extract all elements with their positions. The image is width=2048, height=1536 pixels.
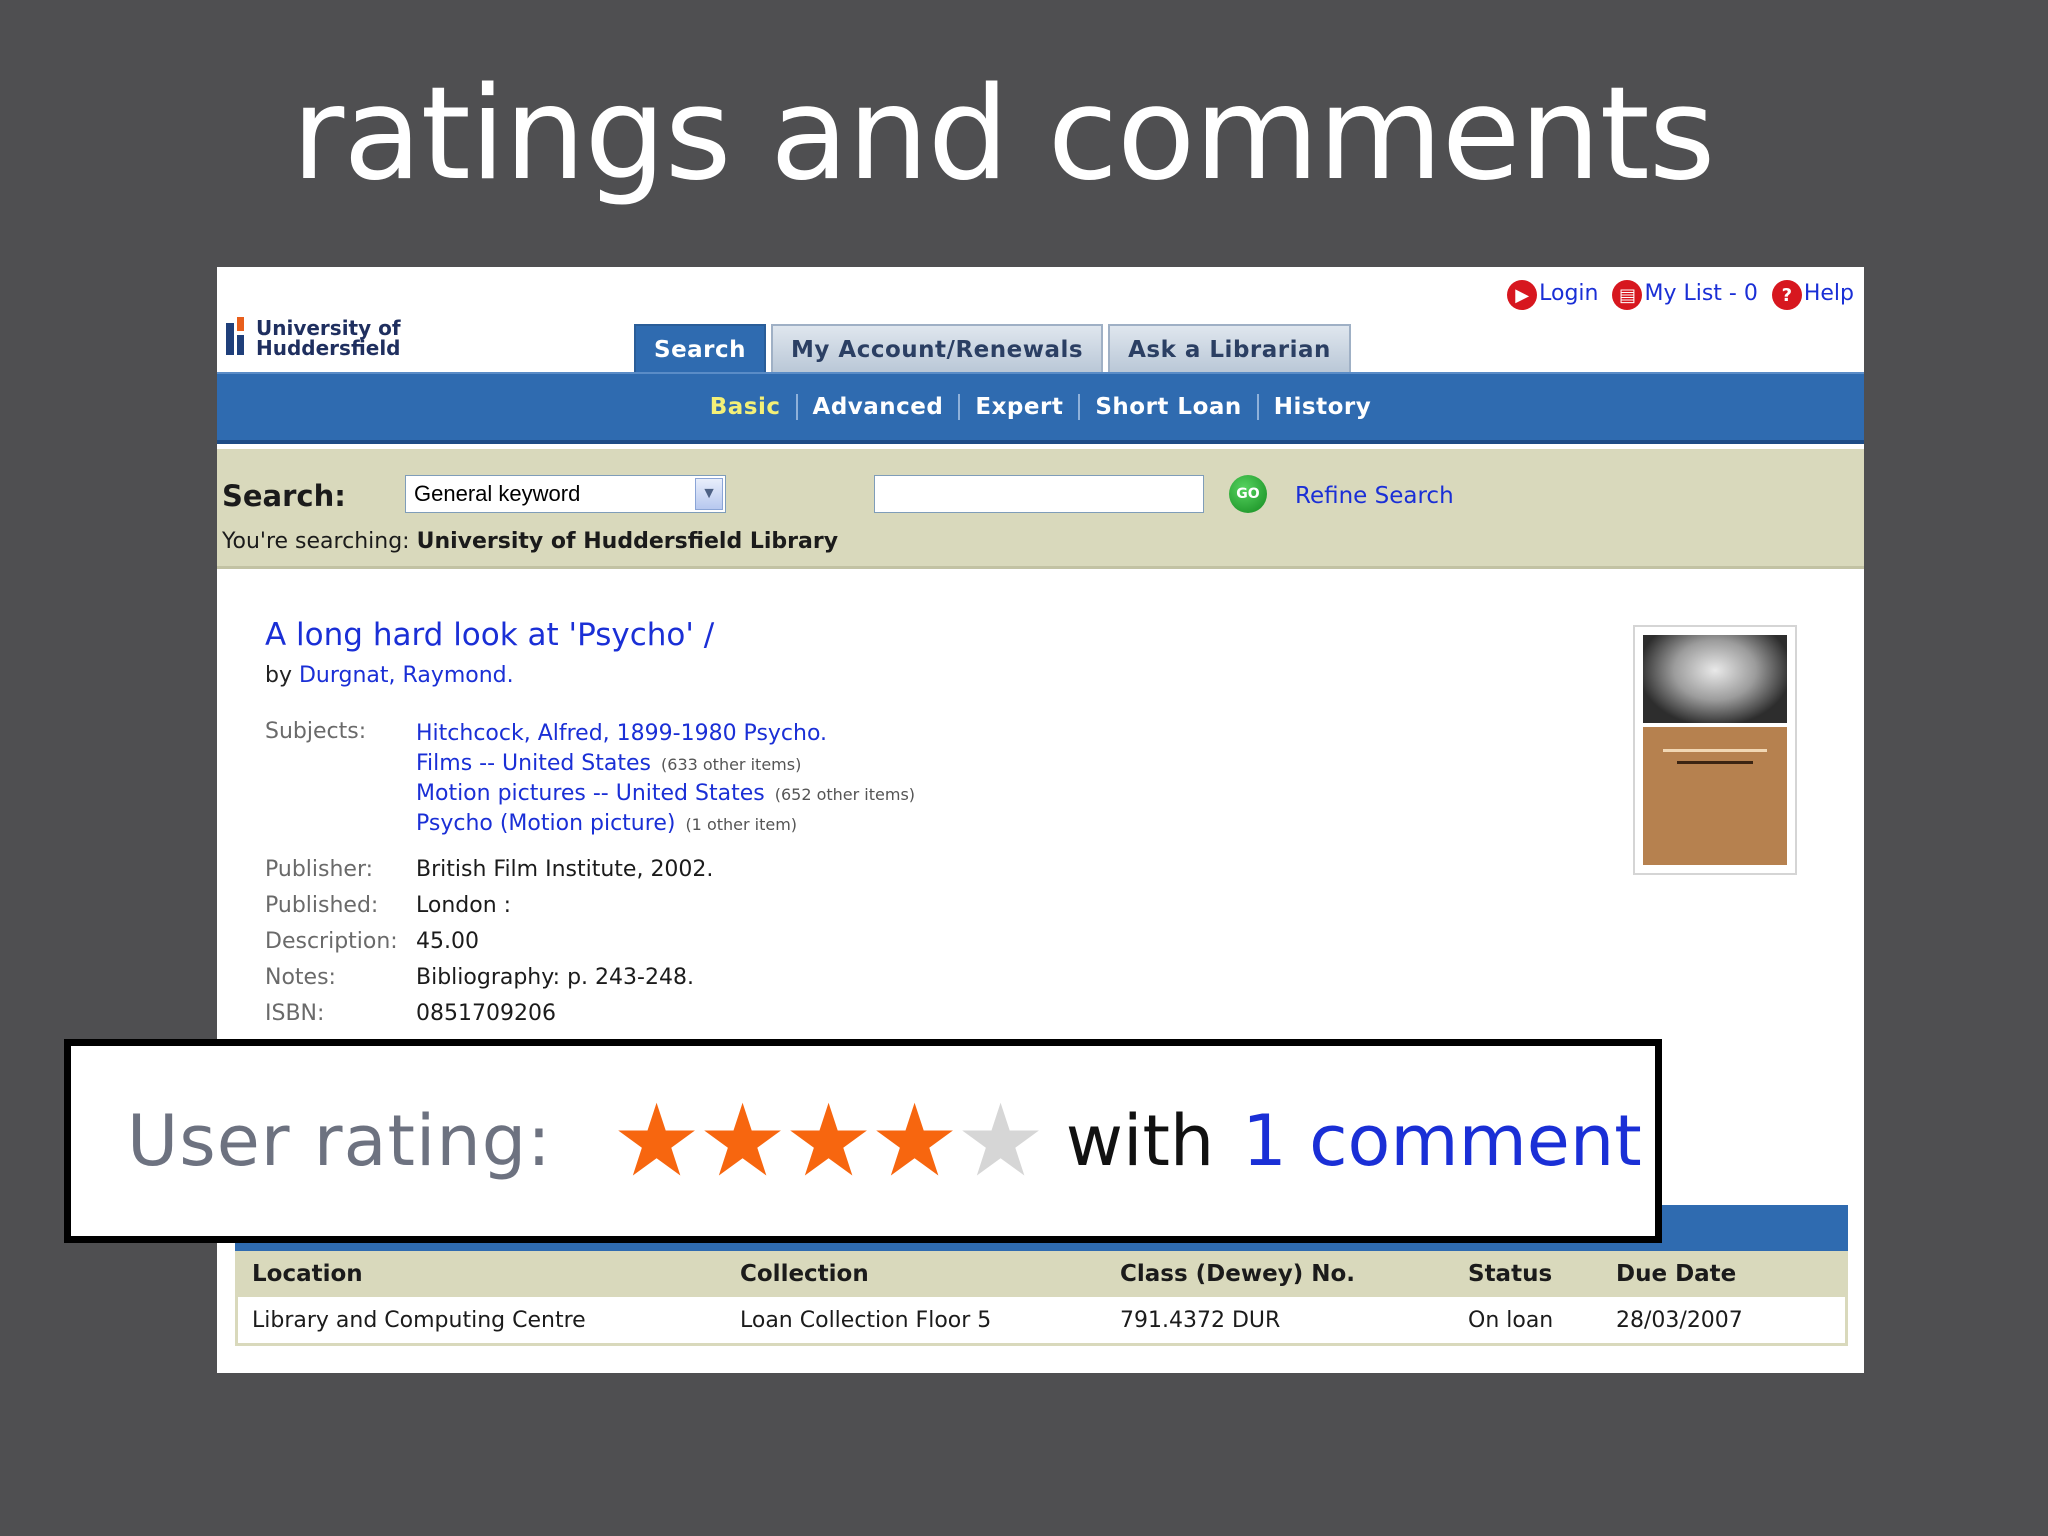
holdings-table: Location Collection Class (Dewey) No. St… (235, 1251, 1848, 1346)
login-arrow-icon: ▶ (1507, 280, 1538, 310)
col-due-date: Due Date (1616, 1261, 1737, 1287)
subnav-advanced[interactable]: Advanced (795, 394, 959, 420)
cell-class-no: 791.4372 DUR (1120, 1307, 1281, 1333)
rating-with-text: with (1065, 1100, 1215, 1182)
subject-count: (1 other item) (685, 815, 798, 834)
search-input[interactable] (874, 475, 1204, 513)
subnav-basic[interactable]: Basic (695, 394, 796, 420)
published-row: Published: London : (265, 892, 512, 918)
star-filled-icon[interactable]: ★ (612, 1091, 702, 1191)
author-link[interactable]: Durgnat, Raymond. (299, 663, 514, 688)
search-type-select[interactable]: General keyword ▼ (405, 475, 726, 513)
published-value: London : (416, 892, 512, 918)
searching-scope: You're searching: University of Huddersf… (222, 529, 839, 554)
subject-item: Motion pictures -- United States (652 oth… (416, 779, 915, 809)
col-class-no: Class (Dewey) No. (1120, 1261, 1356, 1287)
logo-line-2: Huddersfield (256, 336, 401, 360)
star-filled-icon[interactable]: ★ (698, 1091, 788, 1191)
table-row: Library and Computing Centre Loan Collec… (238, 1297, 1845, 1343)
top-links: ▶ Login ▤ My List - 0 ? Help (1507, 276, 1854, 310)
publisher-value: British Film Institute, 2002. (416, 856, 714, 882)
subjects-row: Subjects: Hitchcock, Alfred, 1899-1980 P… (265, 719, 915, 839)
book-cover-image[interactable] (1633, 625, 1797, 875)
help-icon: ? (1771, 280, 1802, 310)
subject-link[interactable]: Psycho (Motion picture) (416, 811, 675, 836)
publisher-row: Publisher: British Film Institute, 2002. (265, 856, 714, 882)
logo-line-1: University of (256, 316, 401, 340)
notes-value: Bibliography: p. 243-248. (416, 964, 694, 990)
col-status: Status (1468, 1261, 1553, 1287)
tab-ask-librarian[interactable]: Ask a Librarian (1108, 324, 1351, 374)
search-label: Search: (222, 479, 346, 513)
search-type-value: General keyword (414, 481, 581, 506)
cover-photo (1643, 635, 1787, 723)
main-tabs: Search My Account/Renewals Ask a Librari… (634, 324, 1351, 374)
university-logo-icon (224, 317, 250, 359)
record-fields: Subjects: Hitchcock, Alfred, 1899-1980 P… (265, 719, 915, 1031)
help-link[interactable]: ? Help (1771, 276, 1854, 310)
subject-link[interactable]: Hitchcock, Alfred, 1899-1980 Psycho. (416, 721, 827, 746)
user-rating-label: User rating: (127, 1100, 552, 1182)
slide-title: ratings and comments (291, 60, 1716, 209)
list-icon: ▤ (1612, 280, 1643, 310)
record-author-line: by Durgnat, Raymond. (265, 663, 514, 688)
searching-target: University of Huddersfield Library (416, 529, 839, 554)
subnav-history[interactable]: History (1256, 394, 1386, 420)
description-row: Description: 45.00 (265, 928, 479, 954)
login-link[interactable]: ▶ Login (1507, 276, 1598, 310)
table-header-row: Location Collection Class (Dewey) No. St… (238, 1251, 1845, 1297)
refine-search-link[interactable]: Refine Search (1295, 483, 1454, 509)
cell-due-date: 28/03/2007 (1616, 1307, 1743, 1333)
subject-count: (633 other items) (661, 755, 802, 774)
tab-search[interactable]: Search (634, 324, 767, 374)
subject-item: Hitchcock, Alfred, 1899-1980 Psycho. (416, 719, 915, 749)
cell-location: Library and Computing Centre (252, 1307, 586, 1333)
col-location: Location (252, 1261, 363, 1287)
cell-collection: Loan Collection Floor 5 (740, 1307, 992, 1333)
record-header: A long hard look at 'Psycho' / by Durgna… (265, 617, 1365, 688)
subnav-short-loan[interactable]: Short Loan (1078, 394, 1256, 420)
subnav-expert[interactable]: Expert (958, 394, 1078, 420)
tab-my-account[interactable]: My Account/Renewals (771, 324, 1104, 374)
user-rating-callout: User rating: ★ ★ ★ ★ ★ with 1 comment (64, 1039, 1662, 1243)
notes-row: Notes: Bibliography: p. 243-248. (265, 964, 694, 990)
star-rating[interactable]: ★ ★ ★ ★ ★ (612, 1091, 1046, 1191)
comment-count-link[interactable]: 1 comment (1242, 1100, 1641, 1182)
chevron-down-icon[interactable]: ▼ (695, 478, 723, 510)
subject-item: Films -- United States (633 other items) (416, 749, 915, 779)
go-button[interactable]: GO (1229, 475, 1267, 513)
subject-link[interactable]: Motion pictures -- United States (416, 781, 765, 806)
subject-count: (652 other items) (774, 785, 916, 804)
subjects-label: Subjects: (265, 719, 367, 744)
search-subnav: Basic Advanced Expert Short Loan History (217, 372, 1864, 444)
my-list-link[interactable]: ▤ My List - 0 (1612, 276, 1758, 310)
university-logo[interactable]: University of Huddersfield (224, 317, 401, 359)
star-filled-icon[interactable]: ★ (870, 1091, 960, 1191)
star-filled-icon[interactable]: ★ (784, 1091, 874, 1191)
cell-status: On loan (1468, 1307, 1554, 1333)
search-bar: Search: General keyword ▼ GO Refine Sear… (217, 449, 1864, 569)
col-collection: Collection (740, 1261, 869, 1287)
isbn-value: 0851709206 (416, 1000, 556, 1026)
subject-item: Psycho (Motion picture) (1 other item) (416, 809, 915, 839)
description-value: 45.00 (416, 928, 479, 954)
star-empty-icon[interactable]: ★ (956, 1091, 1046, 1191)
record-title[interactable]: A long hard look at 'Psycho' / (265, 617, 1365, 653)
subject-link[interactable]: Films -- United States (416, 751, 651, 776)
isbn-row: ISBN: 0851709206 (265, 1000, 556, 1026)
